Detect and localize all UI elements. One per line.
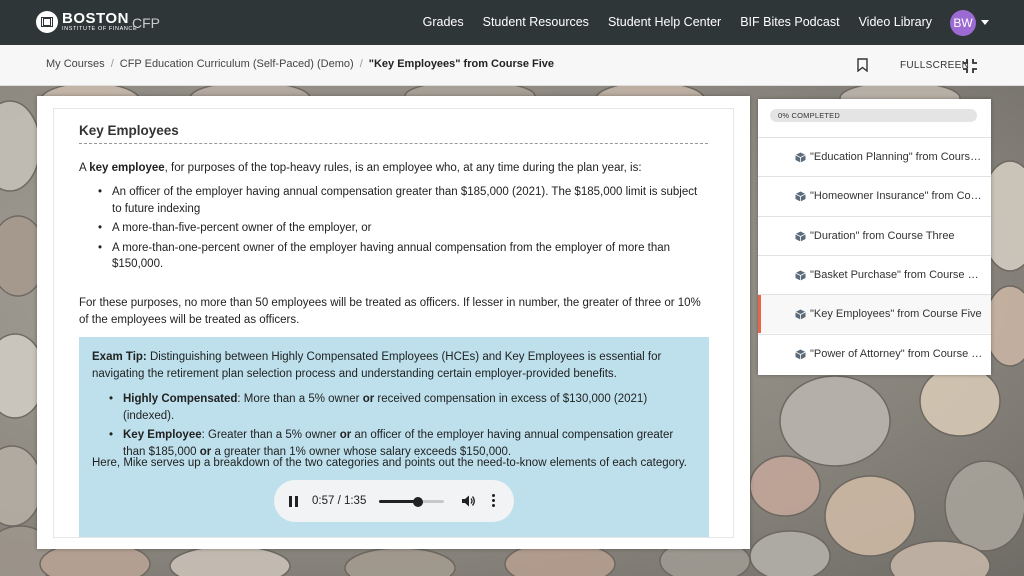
course-progress-bar: 0% COMPLETED	[770, 109, 977, 122]
term-key-employee: Key Employee	[123, 429, 202, 441]
nav-student-resources[interactable]: Student Resources	[483, 15, 589, 29]
sidebar-lesson-item[interactable]: "Power of Attorney" from Course Six	[758, 333, 991, 373]
lesson-heading: Key Employees	[79, 123, 708, 144]
sidebar-lesson-label: "Education Planning" from Course One	[810, 151, 985, 163]
top-navigation-bar: BOSTON INSTITUTE OF FINANCE CFP Grades S…	[0, 0, 1024, 45]
more-options-icon[interactable]	[492, 494, 496, 508]
cube-icon	[795, 309, 806, 320]
column-logo-icon	[36, 11, 58, 33]
audio-time: 0:57 / 1:35	[312, 495, 367, 507]
or-emphasis: or	[339, 429, 352, 441]
sidebar-lesson-label: "Basket Purchase" from Course Four	[810, 268, 985, 281]
criteria-list: An officer of the employer having annual…	[96, 184, 706, 276]
fullscreen-button[interactable]: FULLSCREEN	[900, 60, 969, 71]
sidebar-lesson-label: "Power of Attorney" from Course Six	[810, 347, 985, 360]
audio-player: 0:57 / 1:35	[274, 480, 514, 522]
sidebar-lesson-label: "Duration" from Course Three	[810, 229, 955, 242]
audio-seek-slider[interactable]	[379, 496, 444, 507]
breadcrumb-current-lesson: "Key Employees" from Course Five	[368, 58, 555, 70]
tip-text: : More than a 5% owner	[237, 393, 363, 405]
lesson-content-frame: Key Employees A key employee, for purpos…	[53, 108, 734, 538]
nav-grades[interactable]: Grades	[423, 15, 464, 29]
audio-seek-handle[interactable]	[413, 496, 423, 507]
sidebar-lesson-item[interactable]: "Homeowner Insurance" from Course Two	[758, 176, 991, 215]
cube-icon	[795, 191, 806, 202]
list-item: A more-than-one-percent owner of the emp…	[96, 240, 706, 273]
exam-tip-text: Distinguishing between Highly Compensate…	[92, 351, 662, 380]
or-emphasis: or	[362, 393, 375, 405]
officers-paragraph: For these purposes, no more than 50 empl…	[79, 297, 701, 326]
cube-icon	[795, 231, 806, 242]
intro-text-pre: A	[79, 162, 90, 174]
lesson-sidebar: 0% COMPLETED "Education Planning" from C…	[758, 99, 991, 375]
user-avatar[interactable]: BW	[950, 10, 976, 36]
breadcrumb-my-courses[interactable]: My Courses	[46, 58, 105, 70]
cube-icon	[795, 270, 806, 281]
exam-tip-box: Exam Tip: Distinguishing between Highly …	[79, 337, 709, 537]
exam-tip-outro: Here, Mike serves up a breakdown of the …	[92, 457, 687, 469]
logo-sub-text: INSTITUTE OF FINANCE	[62, 26, 138, 33]
exit-fullscreen-icon[interactable]	[963, 59, 977, 73]
logo-main-text: BOSTON	[62, 10, 129, 28]
pause-icon[interactable]	[289, 496, 299, 507]
term-highly-compensated: Highly Compensated	[123, 393, 238, 405]
boston-institute-logo[interactable]: BOSTON INSTITUTE OF FINANCE	[36, 11, 137, 33]
sidebar-lesson-label: "Key Employees" from Course Five	[810, 308, 982, 321]
list-item: A more-than-five-percent owner of the em…	[96, 220, 706, 237]
sidebar-lesson-item[interactable]: "Basket Purchase" from Course Four	[758, 254, 991, 294]
nav-video-library[interactable]: Video Library	[859, 15, 932, 29]
breadcrumb-bar: My Courses / CFP Education Curriculum (S…	[0, 45, 1024, 86]
main-nav: Grades Student Resources Student Help Ce…	[404, 15, 932, 29]
sidebar-lesson-item[interactable]: "Key Employees" from Course Five	[758, 294, 991, 334]
progress-label: 0% COMPLETED	[778, 111, 840, 120]
bookmark-icon[interactable]	[857, 58, 868, 72]
cube-icon	[795, 349, 806, 359]
exam-tip-paragraph: Exam Tip: Distinguishing between Highly …	[92, 349, 697, 383]
exam-tip-label: Exam Tip:	[92, 351, 147, 363]
intro-paragraph: A key employee, for purposes of the top-…	[79, 160, 709, 177]
breadcrumb-separator: /	[359, 58, 363, 70]
breadcrumb: My Courses / CFP Education Curriculum (S…	[46, 58, 554, 70]
breadcrumb-separator: /	[110, 58, 114, 70]
app-name: CFP	[132, 15, 160, 31]
tip-text: : Greater than a 5% owner	[201, 429, 340, 441]
list-item: Highly Compensated: More than a 5% owner…	[107, 391, 697, 424]
exam-tip-list: Highly Compensated: More than a 5% owner…	[107, 391, 697, 463]
nav-student-help-center[interactable]: Student Help Center	[608, 15, 721, 29]
sidebar-lesson-item[interactable]: "Duration" from Course Three	[758, 215, 991, 255]
volume-icon[interactable]	[461, 494, 475, 508]
sidebar-lesson-item[interactable]: "Education Planning" from Course One	[758, 137, 991, 176]
user-menu-caret-icon[interactable]	[981, 20, 989, 25]
sidebar-lesson-label: "Homeowner Insurance" from Course Two	[810, 190, 985, 203]
intro-term: key employee	[89, 162, 165, 174]
intro-text-post: , for purposes of the top-heavy rules, i…	[164, 162, 642, 174]
breadcrumb-curriculum[interactable]: CFP Education Curriculum (Self-Paced) (D…	[120, 58, 354, 70]
cube-icon	[795, 152, 806, 163]
lesson-content-card: Key Employees A key employee, for purpos…	[37, 96, 750, 549]
nav-bif-bites-podcast[interactable]: BIF Bites Podcast	[740, 15, 839, 29]
list-item: An officer of the employer having annual…	[96, 184, 706, 217]
